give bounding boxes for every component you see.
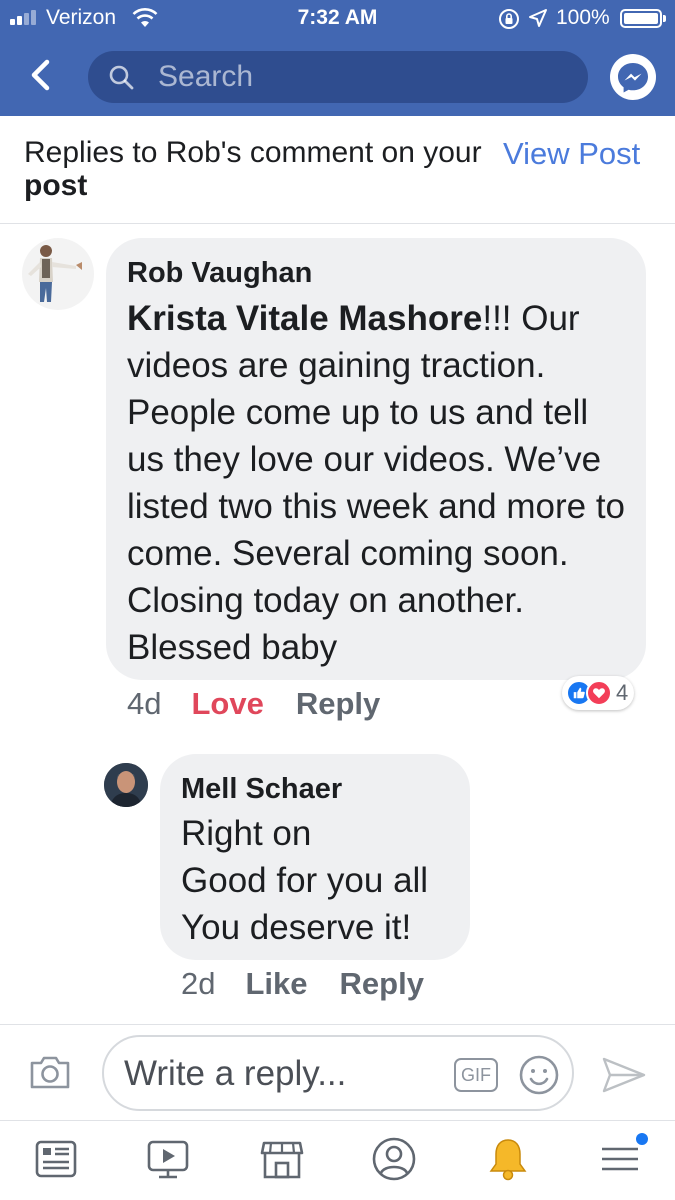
battery-percent: 100% [556, 6, 610, 29]
menu-notification-dot [636, 1133, 648, 1145]
watch-icon[interactable] [144, 1135, 192, 1183]
avatar-mell-schaer[interactable] [104, 763, 148, 807]
search-bar[interactable] [88, 51, 588, 103]
comment-line: Right on [181, 814, 312, 853]
search-input[interactable] [158, 57, 568, 97]
gif-button[interactable]: GIF [454, 1058, 498, 1092]
heart-icon [586, 680, 612, 706]
search-icon [109, 65, 134, 90]
comment-text: Right on Good for you all You deserve it… [181, 810, 461, 951]
love-button[interactable]: Love [191, 686, 263, 722]
comment-timestamp: 4d [127, 686, 162, 721]
profile-icon[interactable] [370, 1135, 418, 1183]
marketplace-icon[interactable] [258, 1135, 306, 1183]
title-text: Replies to Rob's comment on your [24, 136, 482, 169]
top-bar: Verizon 7:32 AM 100% [0, 0, 675, 116]
status-bar: Verizon 7:32 AM 100% [0, 0, 675, 38]
emoji-icon[interactable] [518, 1054, 560, 1096]
comment-actions: 4d Love Reply [127, 686, 412, 722]
battery-icon [620, 9, 666, 28]
camera-icon[interactable] [28, 1053, 72, 1091]
like-button[interactable]: Like [245, 966, 307, 1002]
comment-line: You deserve it! [181, 908, 412, 947]
comment-text: Krista Vitale Mashore!!! Our videos are … [127, 295, 632, 671]
reaction-summary[interactable]: 4 [562, 676, 635, 710]
news-feed-icon[interactable] [32, 1135, 80, 1183]
rotation-lock-icon [499, 9, 519, 29]
reaction-count: 4 [616, 680, 629, 705]
title-post-link[interactable]: post [24, 169, 87, 202]
tab-bar [0, 1120, 675, 1200]
reply-field[interactable]: GIF [102, 1035, 574, 1111]
messenger-button[interactable] [610, 54, 656, 100]
mention-link[interactable]: Krista Vitale Mashore [127, 299, 482, 338]
notifications-icon[interactable] [484, 1135, 532, 1183]
location-arrow-icon [529, 9, 547, 27]
comment-timestamp: 2d [181, 966, 216, 1001]
back-chevron-icon[interactable] [24, 57, 60, 93]
reply-button[interactable]: Reply [340, 966, 424, 1002]
comment-actions: 2d Like Reply [181, 966, 456, 1002]
reply-input[interactable] [124, 1051, 444, 1097]
comment-author[interactable]: Rob Vaughan [127, 257, 312, 290]
reply-composer: GIF [0, 1024, 675, 1120]
comment-body: !!! Our videos are gaining traction. Peo… [127, 299, 626, 667]
view-post-link[interactable]: View Post [503, 136, 640, 172]
avatar-rob-vaughan[interactable] [22, 238, 94, 310]
reply-button[interactable]: Reply [296, 686, 380, 722]
page-title: Replies to Rob's comment on your post [24, 136, 484, 202]
send-icon[interactable] [600, 1055, 648, 1095]
replies-header: Replies to Rob's comment on your post Vi… [0, 116, 675, 224]
comment-author[interactable]: Mell Schaer [181, 773, 342, 806]
messenger-icon [618, 63, 648, 93]
comment-line: Good for you all [181, 861, 429, 900]
